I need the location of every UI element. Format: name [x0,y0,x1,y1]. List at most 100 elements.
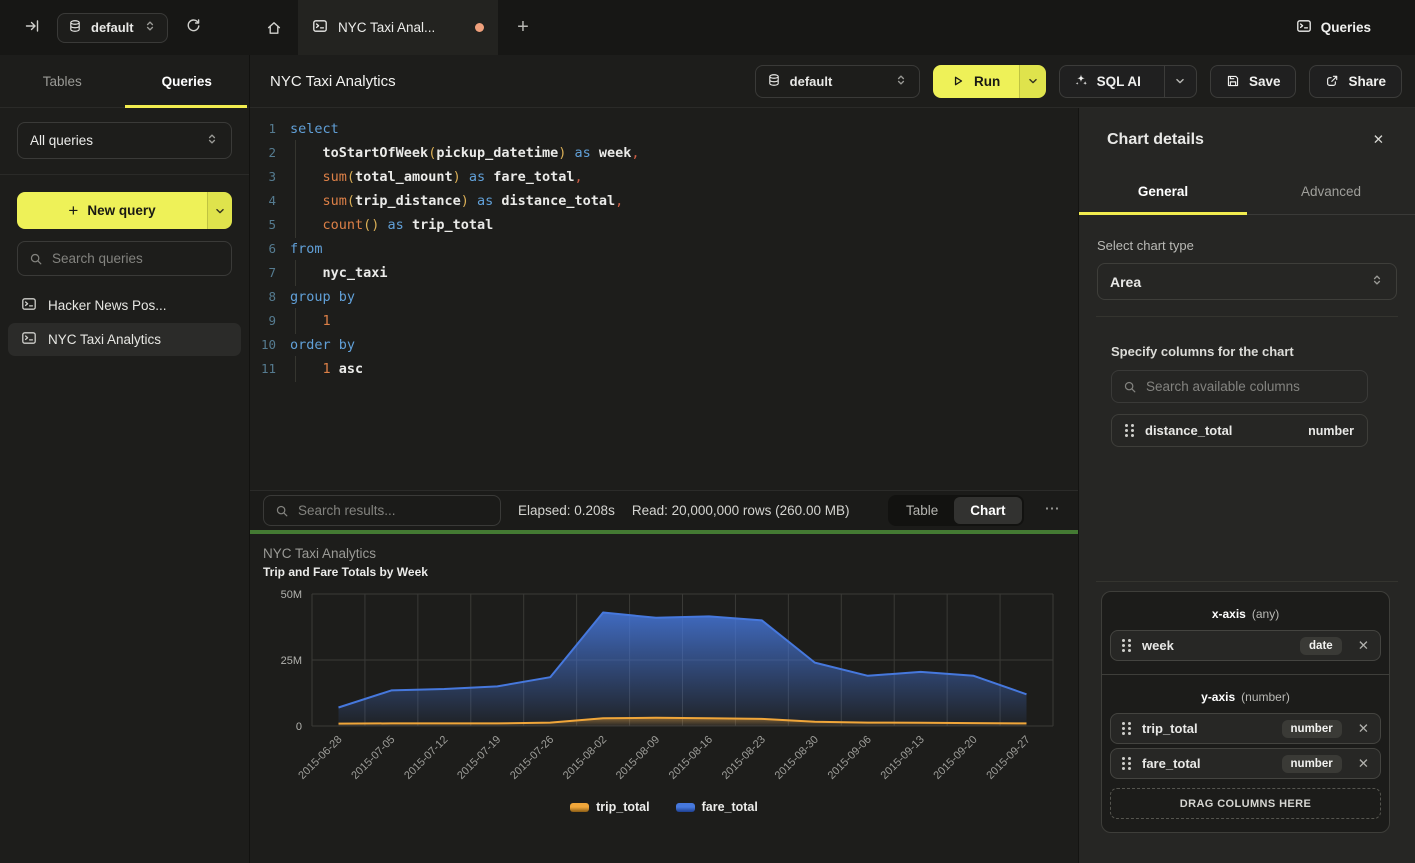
query-list-item[interactable]: Hacker News Pos... [8,289,241,322]
svg-text:2015-07-12: 2015-07-12 [402,734,450,782]
divider [1096,581,1398,582]
axis-chip-trip_total[interactable]: trip_totalnumber✕ [1110,713,1381,744]
tab-general[interactable]: General [1079,168,1247,214]
view-toggle-table[interactable]: Table [890,497,954,524]
new-tab-button[interactable]: + [498,0,548,55]
database-selector-topbar[interactable]: default [57,13,168,43]
editor-line: 2 toStartOfWeek(pickup_datetime) as week… [250,141,1078,165]
axis-chip-fare_total[interactable]: fare_totalnumber✕ [1110,748,1381,779]
legend-item-fare_total[interactable]: fare_total [676,800,758,814]
queries-button-label: Queries [1321,20,1371,35]
editor-line: 7 nyc_taxi [250,261,1078,285]
remove-icon[interactable]: ✕ [1353,756,1369,772]
columns-search [1111,370,1368,403]
drag-handle-icon[interactable] [1125,424,1134,437]
code-text: toStartOfWeek(pickup_datetime) as week, [290,141,640,165]
tab-queries[interactable]: Queries [125,55,250,107]
search-icon [275,504,289,518]
query-item-label: NYC Taxi Analytics [48,332,161,347]
drag-handle-icon[interactable] [1122,722,1131,735]
axis-config: x-axis (any) weekdate✕ y-axis (number) t… [1101,591,1390,833]
chart-legend: trip_total fare_total [250,800,1078,814]
view-toggle: Table Chart [888,495,1024,526]
run-dropdown[interactable] [1019,65,1046,98]
more-options-icon[interactable]: ⋯ [1041,499,1066,523]
panel-body: Select chart type Area Specify columns f… [1079,215,1415,863]
chart-segment-label: Chart [970,503,1005,518]
search-queries-input[interactable] [52,251,220,266]
x-axis-chips: weekdate✕ [1110,630,1381,661]
svg-text:0: 0 [296,721,302,733]
terminal-icon [21,330,37,349]
database-icon [68,19,82,36]
database-selector-value: default [790,74,833,89]
axis-chip-week[interactable]: weekdate✕ [1110,630,1381,661]
results-search [263,495,501,526]
database-selector-header[interactable]: default [755,65,920,98]
legend-swatch [676,803,695,812]
share-button[interactable]: Share [1309,65,1402,98]
tab-title: NYC Taxi Anal... [338,20,435,35]
tab-home[interactable] [250,0,298,55]
drop-zone[interactable]: DRAG COLUMNS HERE [1110,788,1381,819]
database-icon [767,73,781,90]
chart-type-value: Area [1110,274,1141,290]
chip-name: trip_total [1142,721,1198,736]
divider [1096,316,1398,317]
query-filter-select[interactable]: All queries [17,122,232,159]
query-list-item[interactable]: NYC Taxi Analytics [8,323,241,356]
remove-icon[interactable]: ✕ [1353,721,1369,737]
new-query-button[interactable]: + New query [17,192,207,229]
panel-title: Chart details [1107,131,1204,149]
sql-ai-button[interactable]: SQL AI [1060,73,1155,90]
legend-swatch [570,803,589,812]
y-axis-chips: trip_totalnumber✕ fare_totalnumber✕ [1110,713,1381,779]
drag-handle-icon[interactable] [1122,757,1131,770]
line-number: 4 [250,189,276,213]
close-icon[interactable]: ✕ [1373,132,1384,148]
panel-tabs: General Advanced [1079,168,1415,215]
available-column-distance-total[interactable]: distance_total number [1111,414,1368,447]
right-column: NYC Taxi Analytics default Run [250,55,1415,863]
tab-queries-label: Queries [162,74,212,89]
save-icon [1226,74,1240,88]
save-button[interactable]: Save [1210,65,1297,98]
view-toggle-chart[interactable]: Chart [954,497,1021,524]
chevron-down-icon [1173,74,1187,88]
chart-type-select[interactable]: Area [1097,263,1397,300]
table-segment-label: Table [906,503,938,518]
y-axis-title: y-axis [1201,690,1235,704]
line-number: 6 [250,237,276,261]
columns-label: Specify columns for the chart [1111,344,1383,359]
sidebar: Tables Queries All queries + New query [0,55,250,863]
terminal-icon [1296,18,1312,37]
query-filter-value: All queries [30,133,93,148]
x-axis-title: x-axis [1212,607,1246,621]
results-bar: Elapsed: 0.208s Read: 20,000,000 rows (2… [250,490,1078,530]
tab-strip: NYC Taxi Anal... + [250,0,1296,55]
rows-read: Read: 20,000,000 rows (260.00 MB) [632,503,850,518]
queries-button[interactable]: Queries [1296,18,1371,37]
tab-advanced[interactable]: Advanced [1247,168,1415,214]
search-results-input[interactable] [298,503,489,518]
remove-icon[interactable]: ✕ [1353,638,1369,654]
search-columns-input[interactable] [1146,379,1356,394]
new-query-dropdown[interactable] [207,192,232,229]
query-title: NYC Taxi Analytics [270,73,396,90]
run-button[interactable]: Run [933,65,1019,98]
chevron-updown-icon [894,73,908,90]
refresh-icon[interactable] [185,18,201,37]
svg-text:2015-07-05: 2015-07-05 [349,734,397,782]
y-axis-section: y-axis (number) trip_totalnumber✕fare_to… [1102,674,1389,832]
tab-tables[interactable]: Tables [0,55,125,107]
chevron-updown-icon [1370,273,1384,290]
sql-ai-dropdown[interactable] [1164,66,1196,97]
sql-editor[interactable]: 1select2 toStartOfWeek(pickup_datetime) … [250,108,1078,490]
tab-tables-label: Tables [43,74,82,89]
tab-nyc-taxi-analytics[interactable]: NYC Taxi Anal... [298,0,498,55]
share-label: Share [1348,74,1386,89]
collapse-sidebar-icon[interactable] [24,18,40,37]
drag-handle-icon[interactable] [1122,639,1131,652]
code-text: select [290,117,339,141]
legend-item-trip_total[interactable]: trip_total [570,800,649,814]
